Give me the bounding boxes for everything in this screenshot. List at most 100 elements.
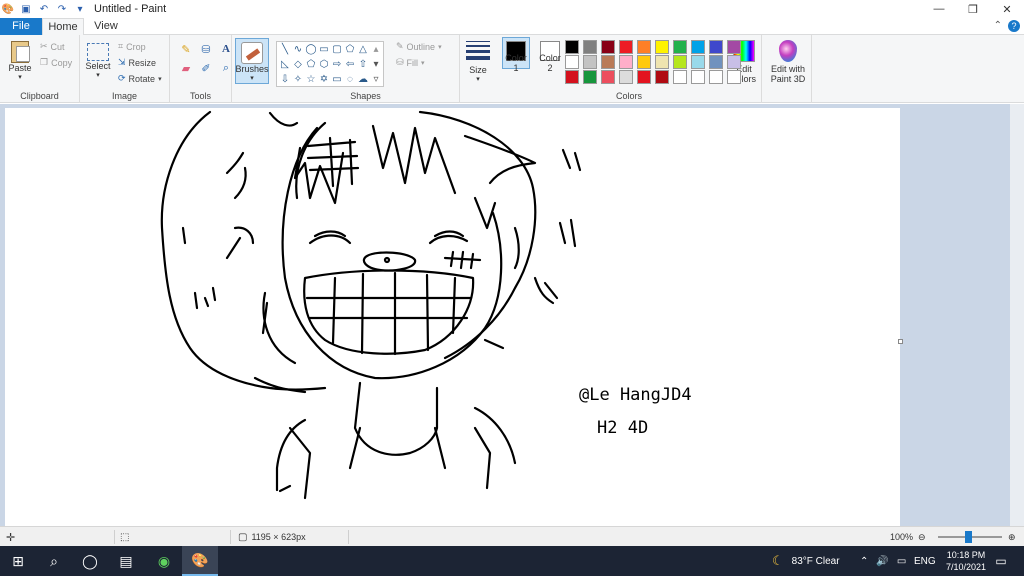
paste-button[interactable]: Paste ▾ — [6, 35, 34, 81]
taskbar-app-browser[interactable]: ◉ — [146, 546, 182, 576]
color-picker-icon[interactable]: ✐ — [198, 62, 214, 75]
palette-swatch[interactable] — [727, 55, 741, 69]
drawing-canvas[interactable]: @Le HangJD4 H2 4D — [5, 108, 900, 528]
taskbar-app-paint[interactable]: 🎨 — [182, 546, 218, 576]
edit-with-paint3d-button[interactable]: Edit with Paint 3D — [766, 37, 810, 84]
color1-button[interactable]: Color 1 — [502, 37, 530, 73]
rounded-rect-shape-icon[interactable]: ▢ — [331, 43, 343, 56]
palette-swatch[interactable] — [619, 70, 633, 84]
language-indicator[interactable]: ENG — [914, 546, 936, 576]
palette-swatch[interactable] — [691, 70, 705, 84]
color2-button[interactable]: Color 2 — [536, 37, 564, 73]
palette-swatch[interactable] — [655, 55, 669, 69]
eraser-icon[interactable]: ▰ — [178, 62, 194, 75]
more-shapes-icon[interactable]: ▿ — [370, 73, 382, 86]
network-icon[interactable]: ▭ — [897, 556, 906, 567]
outline-button[interactable]: ✎ Outline ▾ — [396, 41, 442, 52]
zoom-in-button[interactable]: ⊕ — [1008, 527, 1016, 547]
callout-oval-shape-icon[interactable]: ◌ — [344, 73, 356, 86]
close-button[interactable]: ✕ — [990, 0, 1024, 18]
star4-shape-icon[interactable]: ✧ — [292, 73, 304, 86]
arrow-down-shape-icon[interactable]: ⇩ — [279, 73, 291, 86]
palette-swatch[interactable] — [565, 70, 579, 84]
palette-swatch[interactable] — [709, 40, 723, 54]
pencil-icon[interactable]: ✎ — [178, 43, 194, 56]
rotate-button[interactable]: ⟳ Rotate ▾ — [118, 73, 162, 84]
zoom-out-button[interactable]: ⊖ — [918, 527, 926, 547]
minimize-button[interactable]: — — [922, 0, 956, 18]
palette-swatch[interactable] — [601, 55, 615, 69]
start-button[interactable]: ⊞ — [0, 546, 36, 576]
palette-swatch[interactable] — [673, 40, 687, 54]
copy-button[interactable]: ❐ Copy — [40, 57, 72, 68]
palette-swatch[interactable] — [583, 40, 597, 54]
arrow-up-shape-icon[interactable]: ⇧ — [357, 58, 369, 71]
search-button[interactable]: ⌕ — [36, 546, 72, 576]
palette-swatch[interactable] — [619, 40, 633, 54]
fill-bucket-icon[interactable]: ⛁ — [198, 43, 214, 56]
palette-swatch[interactable] — [583, 55, 597, 69]
callout-cloud-shape-icon[interactable]: ☁ — [357, 73, 369, 86]
palette-swatch[interactable] — [583, 70, 597, 84]
vertical-scrollbar[interactable] — [1010, 104, 1024, 526]
diamond-shape-icon[interactable]: ◇ — [292, 58, 304, 71]
notifications-button[interactable]: ▭ — [984, 546, 1018, 576]
scroll-up-icon[interactable]: ▴ — [370, 43, 382, 56]
palette-swatch[interactable] — [601, 70, 615, 84]
palette-swatch[interactable] — [565, 40, 579, 54]
palette-swatch[interactable] — [709, 55, 723, 69]
tab-view[interactable]: View — [90, 18, 122, 35]
zoom-slider-thumb[interactable] — [965, 531, 972, 543]
palette-swatch[interactable] — [673, 70, 687, 84]
resize-button[interactable]: ⇲ Resize — [118, 57, 156, 68]
save-icon[interactable]: ▣ — [20, 3, 32, 15]
curve-shape-icon[interactable]: ∿ — [292, 43, 304, 56]
size-button[interactable]: Size ▾ — [465, 35, 491, 83]
right-triangle-shape-icon[interactable]: ◺ — [279, 58, 291, 71]
palette-swatch[interactable] — [709, 70, 723, 84]
collapse-ribbon-icon[interactable]: ⌃ — [994, 20, 1002, 32]
palette-swatch[interactable] — [619, 55, 633, 69]
pentagon-shape-icon[interactable]: ⬠ — [305, 58, 317, 71]
star6-shape-icon[interactable]: ✡ — [318, 73, 330, 86]
weather-widget[interactable]: ☾ 83°F Clear — [772, 546, 840, 576]
customize-qat-icon[interactable]: ▾ — [74, 3, 86, 15]
palette-swatch[interactable] — [601, 40, 615, 54]
undo-icon[interactable]: ↶ — [38, 3, 50, 15]
canvas-resize-handle[interactable] — [898, 339, 903, 344]
select-button[interactable]: Select ▾ — [84, 35, 112, 79]
task-view-button[interactable]: ▤ — [108, 546, 144, 576]
palette-swatch[interactable] — [637, 70, 651, 84]
tab-home[interactable]: Home — [42, 18, 84, 36]
chevron-up-icon[interactable]: ⌃ — [860, 556, 868, 567]
cortana-button[interactable]: ◯ — [72, 546, 108, 576]
restore-button[interactable]: ❐ — [956, 0, 990, 18]
palette-swatch[interactable] — [637, 55, 651, 69]
star5-shape-icon[interactable]: ☆ — [305, 73, 317, 86]
tab-file[interactable]: File — [0, 18, 42, 35]
palette-swatch[interactable] — [691, 55, 705, 69]
crop-button[interactable]: ⌗ Crop — [118, 41, 146, 52]
palette-swatch[interactable] — [727, 70, 741, 84]
palette-swatch[interactable] — [565, 55, 579, 69]
brushes-button[interactable]: Brushes ▾ — [235, 38, 269, 84]
arrow-right-shape-icon[interactable]: ⇨ — [331, 58, 343, 71]
volume-icon[interactable]: 🔊 — [876, 556, 888, 567]
rectangle-shape-icon[interactable]: ▭ — [318, 43, 330, 56]
help-icon[interactable]: ? — [1008, 20, 1020, 32]
line-shape-icon[interactable]: ╲ — [279, 43, 291, 56]
fill-button[interactable]: ⛁ Fill ▾ — [396, 57, 425, 68]
cut-button[interactable]: ✂ Cut — [40, 41, 65, 52]
clock[interactable]: 10:18 PM 7/10/2021 — [946, 549, 986, 573]
oval-shape-icon[interactable]: ◯ — [305, 43, 317, 56]
triangle-shape-icon[interactable]: △ — [357, 43, 369, 56]
scroll-down-icon[interactable]: ▾ — [370, 58, 382, 71]
palette-swatch[interactable] — [655, 70, 669, 84]
palette-swatch[interactable] — [637, 40, 651, 54]
hexagon-shape-icon[interactable]: ⬡ — [318, 58, 330, 71]
paint-app-icon[interactable]: 🎨 — [2, 3, 14, 15]
callout-rect-shape-icon[interactable]: ▭ — [331, 73, 343, 86]
palette-swatch[interactable] — [673, 55, 687, 69]
redo-icon[interactable]: ↷ — [56, 3, 68, 15]
palette-swatch[interactable] — [691, 40, 705, 54]
